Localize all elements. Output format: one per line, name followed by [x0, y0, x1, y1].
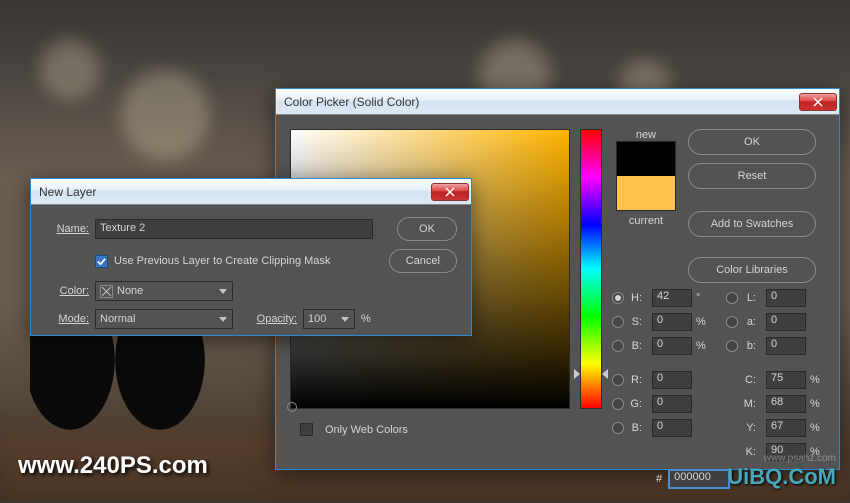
- s-radio[interactable]: [612, 316, 624, 328]
- r-radio[interactable]: [612, 374, 624, 386]
- b-rgb-label: B:: [628, 422, 642, 434]
- close-icon: [445, 187, 455, 197]
- l-label: L:: [742, 292, 756, 304]
- l-input[interactable]: 0: [766, 289, 806, 307]
- b-hsb-input[interactable]: 0: [652, 337, 692, 355]
- m-label: M:: [726, 398, 756, 410]
- hex-label: #: [656, 473, 662, 485]
- c-unit: %: [810, 374, 822, 386]
- sv-cursor: [287, 402, 297, 412]
- h-input[interactable]: 42: [652, 289, 692, 307]
- cancel-button[interactable]: Cancel: [389, 249, 457, 273]
- b-lab-label: b:: [742, 340, 756, 352]
- new-layer-titlebar[interactable]: New Layer: [31, 179, 471, 205]
- opacity-unit: %: [361, 313, 371, 325]
- s-unit: %: [696, 316, 708, 328]
- watermark-main: www.240PS.com: [18, 452, 208, 480]
- opacity-input[interactable]: 100: [303, 309, 355, 329]
- ok-button[interactable]: OK: [397, 217, 457, 241]
- b-rgb-input[interactable]: 0: [652, 419, 692, 437]
- b-hsb-unit: %: [696, 340, 708, 352]
- y-unit: %: [810, 422, 822, 434]
- opacity-label: Opacity:: [239, 313, 297, 325]
- c-input[interactable]: 75: [766, 371, 806, 389]
- color-picker-titlebar[interactable]: Color Picker (Solid Color): [276, 89, 839, 115]
- g-radio[interactable]: [612, 398, 624, 410]
- watermark-sub: www.psahz.com: [764, 453, 836, 464]
- color-select[interactable]: None: [95, 281, 233, 301]
- only-web-colors-label: Only Web Colors: [325, 424, 408, 436]
- watermark-logo: UiBQ.CoM: [727, 464, 836, 490]
- k-label: K:: [726, 446, 756, 458]
- a-input[interactable]: 0: [766, 313, 806, 331]
- ok-button[interactable]: OK: [688, 129, 816, 155]
- l-radio[interactable]: [726, 292, 738, 304]
- reset-button[interactable]: Reset: [688, 163, 816, 189]
- new-layer-title: New Layer: [39, 185, 96, 199]
- b-rgb-radio[interactable]: [612, 422, 624, 434]
- g-input[interactable]: 0: [652, 395, 692, 413]
- current-color-swatch[interactable]: [617, 176, 675, 210]
- b-lab-radio[interactable]: [726, 340, 738, 352]
- h-label: H:: [628, 292, 642, 304]
- hex-input[interactable]: 000000: [668, 469, 730, 489]
- name-input[interactable]: Texture 2: [95, 219, 373, 239]
- close-button[interactable]: [431, 183, 469, 201]
- a-label: a:: [742, 316, 756, 328]
- clipping-mask-label[interactable]: Use Previous Layer to Create Clipping Ma…: [114, 255, 330, 267]
- hue-pointer: [574, 369, 608, 379]
- mode-label: Mode:: [45, 313, 89, 325]
- y-label: Y:: [726, 422, 756, 434]
- close-button[interactable]: [799, 93, 837, 111]
- none-swatch-icon: [100, 285, 113, 298]
- m-input[interactable]: 68: [766, 395, 806, 413]
- color-libraries-button[interactable]: Color Libraries: [688, 257, 816, 283]
- r-input[interactable]: 0: [652, 371, 692, 389]
- s-label: S:: [628, 316, 642, 328]
- close-icon: [813, 97, 823, 107]
- current-color-label: current: [629, 215, 663, 227]
- h-radio[interactable]: [612, 292, 624, 304]
- b-lab-input[interactable]: 0: [766, 337, 806, 355]
- s-input[interactable]: 0: [652, 313, 692, 331]
- new-color-swatch: [617, 142, 675, 176]
- g-label: G:: [628, 398, 642, 410]
- color-picker-title: Color Picker (Solid Color): [284, 95, 419, 109]
- r-label: R:: [628, 374, 642, 386]
- only-web-colors-checkbox[interactable]: [300, 423, 313, 436]
- color-label: Color:: [45, 285, 89, 297]
- new-color-label: new: [636, 129, 656, 141]
- color-swatch-preview: [616, 141, 676, 211]
- add-to-swatches-button[interactable]: Add to Swatches: [688, 211, 816, 237]
- new-layer-dialog: New Layer Name: Texture 2 OK Use Previou…: [30, 178, 472, 336]
- c-label: C:: [726, 374, 756, 386]
- y-input[interactable]: 67: [766, 419, 806, 437]
- clipping-mask-checkbox[interactable]: [95, 255, 108, 268]
- check-icon: [97, 257, 106, 266]
- h-unit: °: [696, 292, 708, 304]
- b-hsb-label: B:: [628, 340, 642, 352]
- m-unit: %: [810, 398, 822, 410]
- mode-select[interactable]: Normal: [95, 309, 233, 329]
- b-hsb-radio[interactable]: [612, 340, 624, 352]
- name-label: Name:: [45, 223, 89, 235]
- hue-slider[interactable]: [580, 129, 602, 409]
- a-radio[interactable]: [726, 316, 738, 328]
